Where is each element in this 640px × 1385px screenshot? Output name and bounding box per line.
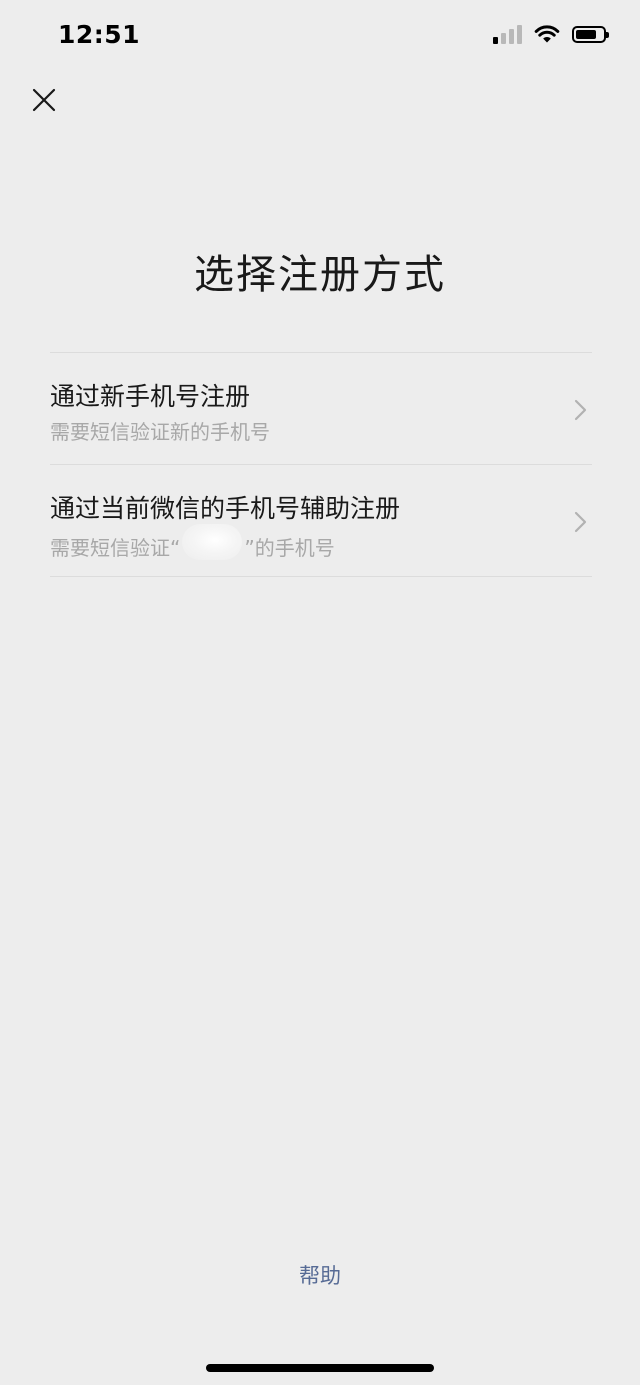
option-title: 通过新手机号注册 bbox=[50, 382, 251, 411]
status-bar: 12:51 bbox=[0, 0, 640, 70]
option-title: 通过当前微信的手机号辅助注册 bbox=[50, 494, 401, 523]
home-indicator[interactable] bbox=[206, 1364, 434, 1372]
battery-icon bbox=[572, 25, 609, 43]
signal-icon bbox=[493, 24, 522, 44]
redacted-phone-number bbox=[182, 524, 243, 560]
registration-options-list: 通过新手机号注册 需要短信验证新的手机号 通过当前微信的手机号辅助注册 需要短信… bbox=[50, 352, 592, 577]
page-title: 选择注册方式 bbox=[194, 252, 446, 298]
option-description: 需要短信验证“ ”的手机号 bbox=[50, 524, 335, 564]
status-icons bbox=[493, 24, 609, 44]
wifi-icon bbox=[534, 25, 560, 43]
help-link[interactable]: 帮助 bbox=[0, 1260, 640, 1290]
battery-level bbox=[576, 29, 596, 39]
status-time: 12:51 bbox=[58, 20, 141, 49]
close-icon bbox=[32, 88, 56, 112]
chevron-right-icon bbox=[574, 511, 587, 533]
chevron-right-icon bbox=[574, 399, 587, 421]
option-assisted-register[interactable]: 通过当前微信的手机号辅助注册 需要短信验证“ ”的手机号 bbox=[50, 465, 592, 577]
option-description: 需要短信验证新的手机号 bbox=[50, 420, 270, 444]
close-button[interactable] bbox=[26, 82, 62, 118]
option-new-phone-register[interactable]: 通过新手机号注册 需要短信验证新的手机号 bbox=[50, 353, 592, 465]
